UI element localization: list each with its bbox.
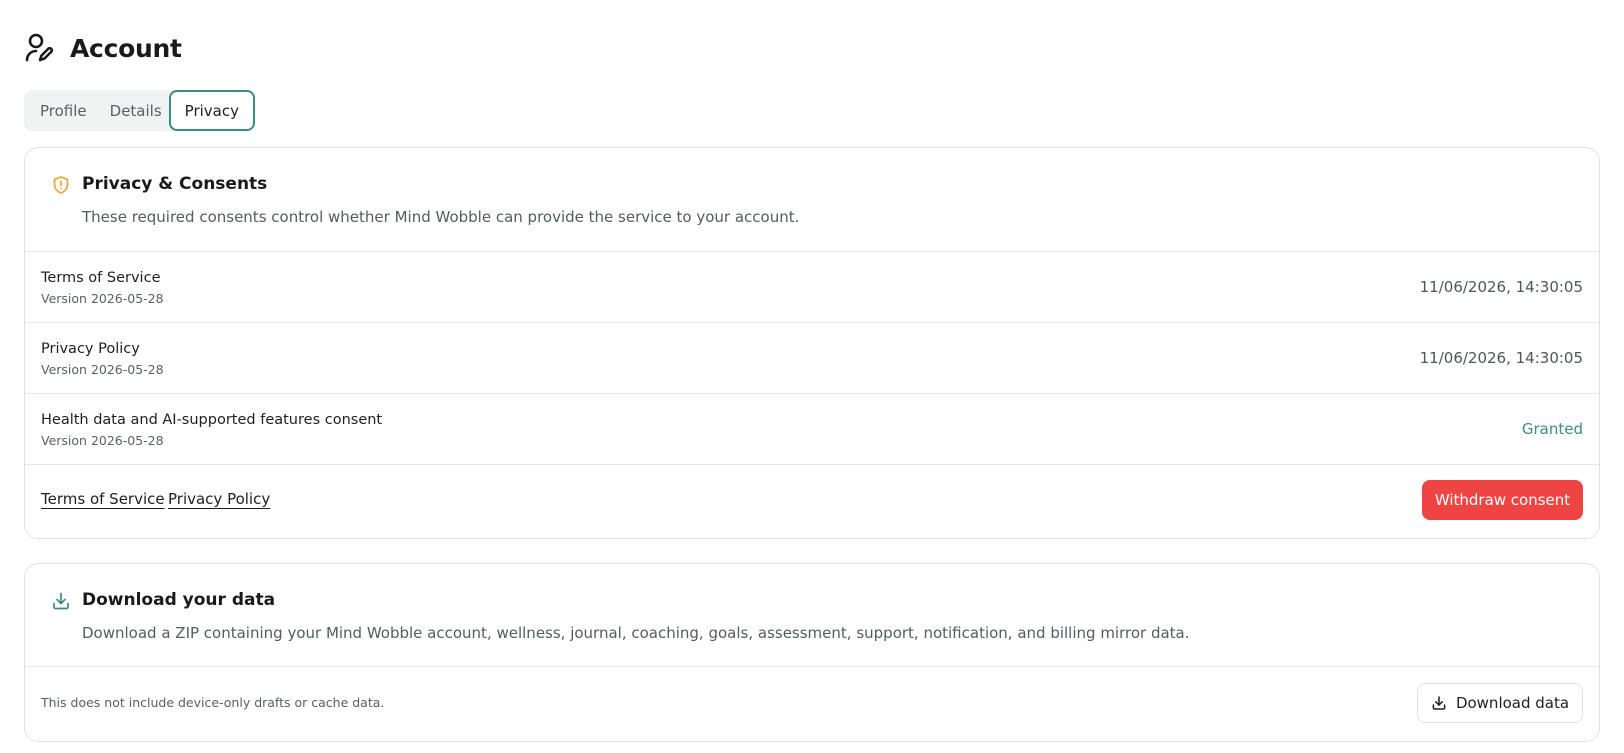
consent-row: Privacy Policy Version 2026-05-28 11/06/…: [25, 323, 1599, 394]
download-data-button[interactable]: Download data: [1417, 683, 1583, 723]
tab-privacy[interactable]: Privacy: [168, 90, 255, 131]
download-card-title: Download your data: [82, 590, 276, 610]
user-edit-icon: [24, 32, 56, 64]
shield-alert-icon: [51, 175, 71, 195]
page-header: Account: [24, 30, 182, 66]
privacy-card-footer: Terms of Service Privacy Policy Withdraw…: [25, 465, 1599, 537]
privacy-card-header: Privacy & Consents These required consen…: [25, 148, 1599, 252]
consent-status-granted: Granted: [1521, 420, 1583, 438]
download-data-label: Download data: [1455, 694, 1570, 712]
tab-profile[interactable]: Profile: [28, 92, 99, 129]
terms-of-service-link[interactable]: Terms of Service: [41, 490, 165, 508]
tab-details[interactable]: Details: [99, 92, 169, 129]
download-icon: [1431, 695, 1447, 711]
consent-name: Terms of Service: [41, 270, 161, 286]
download-card-header: Download your data Download a ZIP contai…: [25, 564, 1599, 667]
consent-version: Version 2026-05-28: [41, 362, 164, 377]
tab-bar: Profile Details Privacy: [24, 90, 255, 131]
privacy-consents-card: Privacy & Consents These required consen…: [24, 147, 1600, 539]
withdraw-consent-button[interactable]: Withdraw consent: [1422, 480, 1583, 520]
privacy-card-description: These required consents control whether …: [82, 208, 800, 226]
download-card-footer: This does not include device-only drafts…: [25, 667, 1599, 741]
consent-row: Health data and AI-supported features co…: [25, 394, 1599, 465]
download-note: This does not include device-only drafts…: [41, 695, 385, 710]
privacy-card-title: Privacy & Consents: [82, 174, 268, 194]
privacy-policy-link[interactable]: Privacy Policy: [168, 490, 270, 508]
download-icon: [51, 591, 71, 611]
consent-timestamp: 11/06/2026, 14:30:05: [1419, 349, 1583, 367]
consent-name: Privacy Policy: [41, 341, 140, 357]
consent-timestamp: 11/06/2026, 14:30:05: [1419, 278, 1583, 296]
page-title: Account: [70, 33, 182, 63]
consent-version: Version 2026-05-28: [41, 433, 164, 448]
download-data-card: Download your data Download a ZIP contai…: [24, 563, 1600, 742]
consent-row: Terms of Service Version 2026-05-28 11/0…: [25, 252, 1599, 323]
consent-version: Version 2026-05-28: [41, 291, 164, 306]
download-card-description: Download a ZIP containing your Mind Wobb…: [82, 624, 1190, 642]
consent-name: Health data and AI-supported features co…: [41, 412, 383, 428]
